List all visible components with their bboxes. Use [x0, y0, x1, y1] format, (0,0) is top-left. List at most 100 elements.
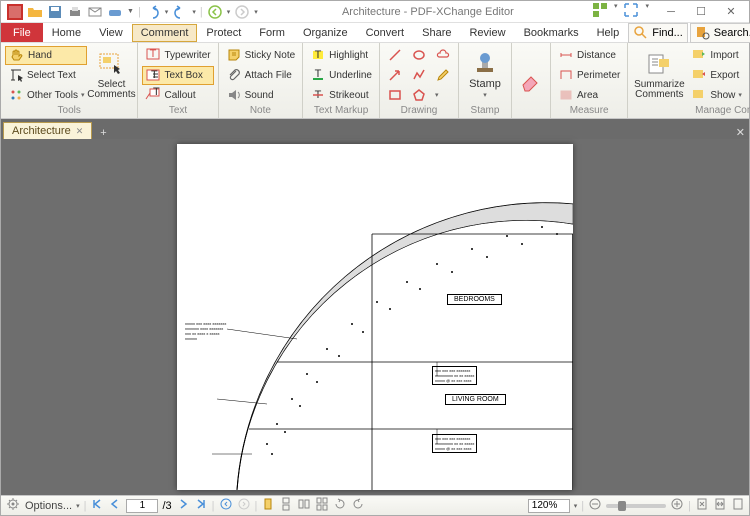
polyline-button[interactable]: [408, 66, 430, 85]
pencil-button[interactable]: [432, 66, 454, 85]
nav-forward-icon[interactable]: [234, 4, 250, 20]
redo-icon[interactable]: [172, 4, 188, 20]
layout-single-button[interactable]: [261, 497, 275, 514]
nav-back-icon[interactable]: [207, 4, 223, 20]
nav-back-dropdown-icon[interactable]: ▾: [227, 8, 231, 16]
quick-access-toolbar: ▼ | ▾ ▾ | ▾ ▾: [1, 4, 264, 20]
area-button[interactable]: Area: [555, 86, 623, 105]
ribbon-group-stamp: Stamp ▾ Stamp: [459, 43, 512, 118]
tab-close-icon[interactable]: ✕: [76, 126, 84, 137]
zoom-dropdown-icon[interactable]: ▾: [574, 502, 578, 510]
tab-help[interactable]: Help: [588, 24, 629, 42]
layout-continuous-button[interactable]: [279, 497, 293, 514]
oval-button[interactable]: [408, 46, 430, 65]
nav-next-view-button[interactable]: [237, 497, 251, 514]
print-icon[interactable]: [67, 4, 83, 20]
options-gear-icon[interactable]: [5, 496, 21, 515]
nav-fwd-dropdown-icon[interactable]: ▾: [254, 8, 258, 16]
sticky-note-button[interactable]: Sticky Note: [223, 46, 299, 65]
polygon-button[interactable]: [408, 86, 430, 105]
zoom-slider[interactable]: [606, 504, 666, 508]
maximize-button[interactable]: ☐: [687, 3, 715, 21]
cloud-button[interactable]: [432, 46, 454, 65]
line-button[interactable]: [384, 46, 406, 65]
scan-icon[interactable]: [107, 4, 123, 20]
document-tab[interactable]: Architecture✕: [3, 122, 92, 139]
rotate-ccw-button[interactable]: [333, 497, 347, 514]
status-bar: Options... ▾ | /3 | | ▾ | |: [1, 495, 749, 515]
workspace: BEDROOMS LIVING ROOM xxx xxx xxx xxxxxxx…: [1, 139, 749, 495]
ui-options-icon[interactable]: [592, 2, 608, 21]
callout-button[interactable]: TCallout: [142, 86, 213, 105]
redo-dropdown-icon[interactable]: ▾: [192, 8, 196, 16]
layout-facing-cont-button[interactable]: [315, 497, 329, 514]
find-button[interactable]: Find...: [628, 23, 688, 43]
nav-prev-view-button[interactable]: [219, 497, 233, 514]
perimeter-button[interactable]: Perimeter: [555, 66, 623, 85]
eraser-button[interactable]: [516, 45, 546, 117]
underline-button[interactable]: TUnderline: [307, 66, 375, 85]
tab-protect[interactable]: Protect: [197, 24, 250, 42]
prev-page-button[interactable]: [108, 497, 122, 514]
add-tab-button[interactable]: +: [96, 127, 110, 139]
close-all-tabs-icon[interactable]: ✕: [736, 126, 745, 139]
tab-form[interactable]: Form: [250, 24, 294, 42]
undo-icon[interactable]: [145, 4, 161, 20]
tab-home[interactable]: Home: [43, 24, 90, 42]
select-comments-button[interactable]: Select Comments: [89, 45, 133, 105]
sound-button[interactable]: Sound: [223, 86, 299, 105]
search-button[interactable]: Search...: [690, 23, 750, 43]
typewriter-button[interactable]: TTypewriter: [142, 46, 213, 65]
select-text-button[interactable]: Select Text: [5, 66, 87, 85]
drawing-more-button[interactable]: ▾: [432, 86, 454, 105]
email-icon[interactable]: [87, 4, 103, 20]
zoom-actual-button[interactable]: [731, 497, 745, 514]
layout-facing-button[interactable]: [297, 497, 311, 514]
zoom-out-button[interactable]: [588, 497, 602, 514]
tab-view[interactable]: View: [90, 24, 132, 42]
open-icon[interactable]: [27, 4, 43, 20]
summarize-comments-button[interactable]: Summarize Comments: [632, 45, 686, 105]
show-button[interactable]: Show▾: [688, 86, 745, 105]
page-input[interactable]: [126, 499, 158, 513]
fit-width-button[interactable]: [713, 497, 727, 514]
menu-bar: File Home View Comment Protect Form Orga…: [1, 23, 749, 43]
first-page-button[interactable]: [90, 497, 104, 514]
import-button[interactable]: Import: [688, 46, 745, 65]
qat-dropdown-icon[interactable]: ▼: [127, 8, 134, 15]
zoom-in-button[interactable]: [670, 497, 684, 514]
next-page-button[interactable]: [176, 497, 190, 514]
launch-icon[interactable]: [623, 2, 639, 21]
file-tab[interactable]: File: [1, 23, 43, 42]
strikeout-button[interactable]: TStrikeout: [307, 86, 375, 105]
save-icon[interactable]: [47, 4, 63, 20]
last-page-button[interactable]: [194, 497, 208, 514]
text-box-button[interactable]: TText Box: [142, 66, 213, 85]
export-button[interactable]: Export: [688, 66, 745, 85]
ribbon-group-tools: Hand Select Text Other Tools▾ Select Com…: [1, 43, 138, 118]
tab-convert[interactable]: Convert: [357, 24, 414, 42]
pdf-page[interactable]: BEDROOMS LIVING ROOM xxx xxx xxx xxxxxxx…: [177, 144, 573, 490]
fit-page-button[interactable]: [695, 497, 709, 514]
tab-share[interactable]: Share: [413, 24, 460, 42]
tab-bookmarks[interactable]: Bookmarks: [515, 24, 588, 42]
tab-review[interactable]: Review: [460, 24, 514, 42]
tab-comment[interactable]: Comment: [132, 24, 198, 42]
rotate-cw-button[interactable]: [351, 497, 365, 514]
close-button[interactable]: ✕: [717, 3, 745, 21]
window-title: Architecture - PDF-XChange Editor: [264, 6, 592, 18]
arrow-button[interactable]: [384, 66, 406, 85]
tab-organize[interactable]: Organize: [294, 24, 357, 42]
zoom-input[interactable]: [528, 499, 570, 513]
undo-dropdown-icon[interactable]: ▾: [165, 8, 169, 16]
attach-file-button[interactable]: Attach File: [223, 66, 299, 85]
other-tools-button[interactable]: Other Tools▾: [5, 86, 87, 105]
app-icon: [7, 4, 23, 20]
hand-button[interactable]: Hand: [5, 46, 87, 65]
distance-button[interactable]: Distance: [555, 46, 623, 65]
minimize-button[interactable]: ─: [657, 3, 685, 21]
options-button[interactable]: Options...: [25, 500, 72, 512]
highlight-button[interactable]: THighlight: [307, 46, 375, 65]
stamp-button[interactable]: Stamp ▾: [463, 45, 507, 105]
rectangle-button[interactable]: [384, 86, 406, 105]
